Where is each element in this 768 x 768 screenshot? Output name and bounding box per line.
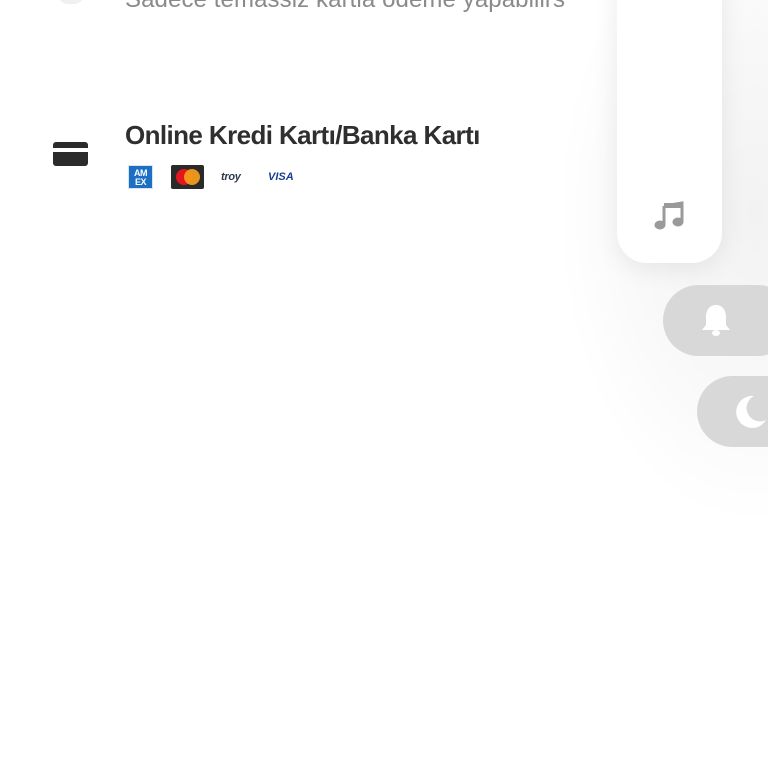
payment-method-screen: Sadece temassiz kartla ödeme yapabilirs … (0, 0, 768, 768)
media-panel[interactable] (617, 0, 722, 263)
credit-card-icon (53, 142, 88, 166)
troy-logo: troy (221, 171, 241, 183)
amex-logo: AM EX (128, 165, 153, 189)
card-payment-option[interactable]: Online Kredi Kartı/Banka Kartı AM EX tro… (0, 112, 600, 202)
mastercard-orange-circle (184, 169, 200, 185)
visa-logo: VISA (268, 171, 294, 183)
card-stripe (53, 148, 88, 152)
mastercard-logo (171, 165, 204, 189)
dark-mode-toggle[interactable] (697, 376, 768, 447)
contactless-icon (58, 0, 84, 4)
card-payment-title: Online Kredi Kartı/Banka Kartı (125, 120, 480, 150)
moon-icon (736, 395, 766, 428)
contactless-option-description: Sadece temassiz kartla ödeme yapabilirs (125, 0, 565, 14)
notification-toggle[interactable] (663, 285, 768, 356)
bell-icon (702, 305, 730, 336)
music-note-icon[interactable] (653, 200, 685, 232)
